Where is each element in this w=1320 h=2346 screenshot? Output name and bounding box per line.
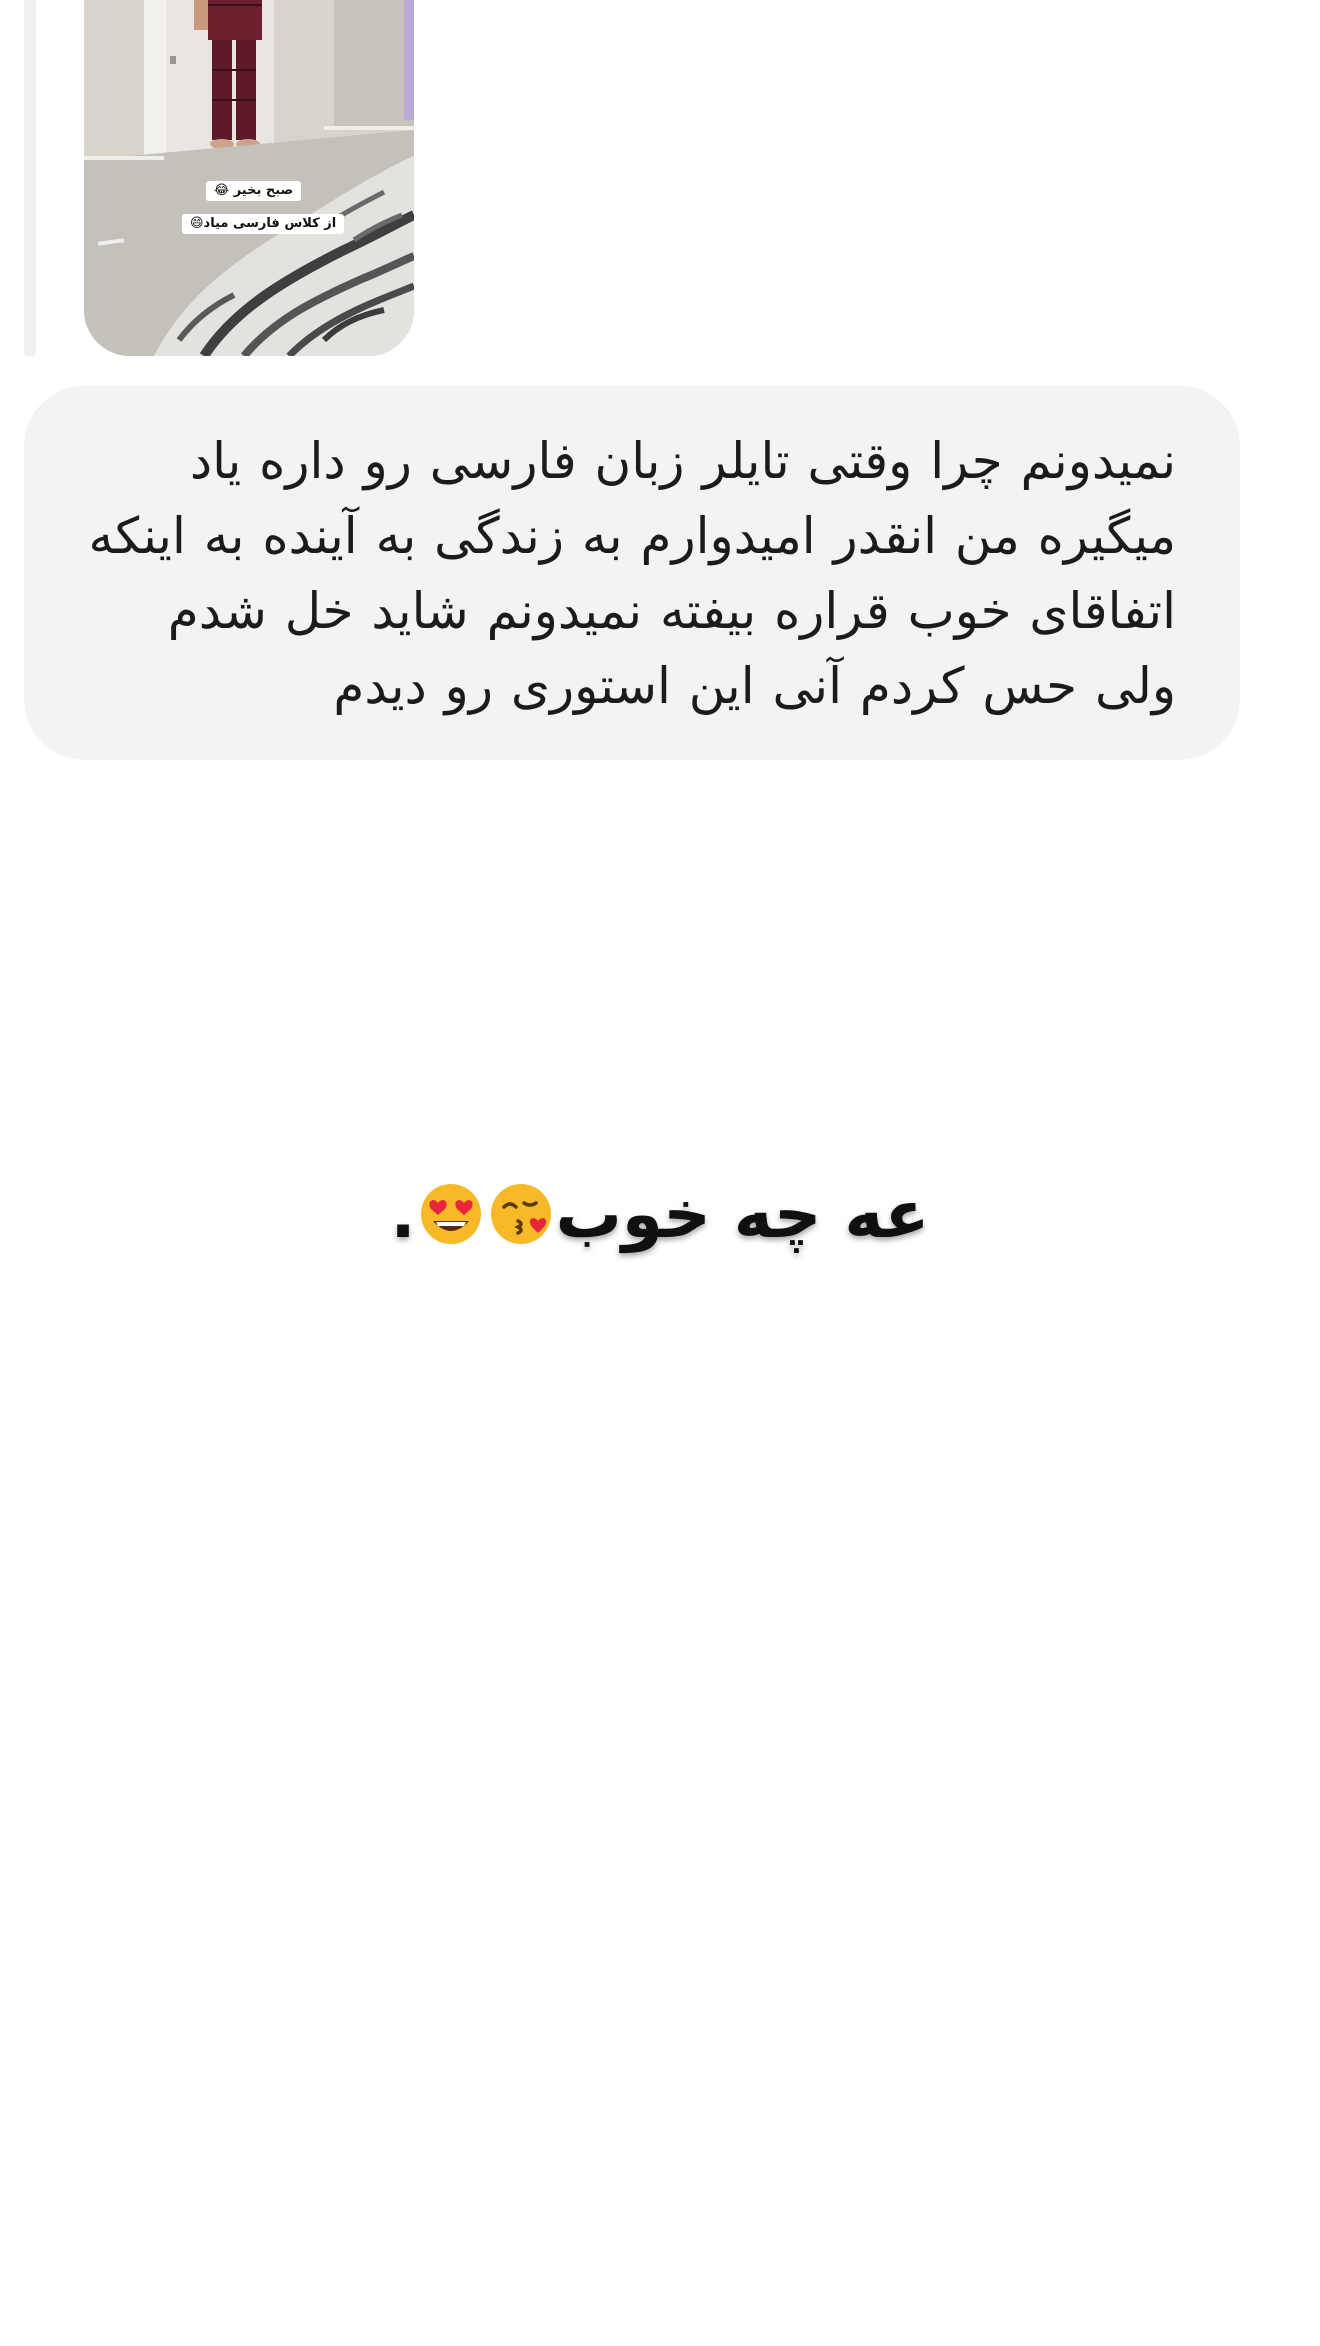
heart-eyes-emoji-icon <box>420 1184 481 1244</box>
chat-screen: صبح بخیر 😂 از کلاس فارسی میاد😄 نمیدونم چ… <box>0 0 1320 2346</box>
story-sticker-text: صبح بخیر 😂 <box>206 181 302 201</box>
overlay-caption: عه چه خوب . <box>0 1170 1320 1260</box>
kissing-heart-emoji-icon <box>490 1184 551 1244</box>
caption-period: . <box>390 1176 416 1253</box>
story-reply-indicator <box>24 0 36 356</box>
message-bubble[interactable]: نمیدونم چرا وقتی تایلر زبان فارسی رو دار… <box>24 386 1240 760</box>
story-sticker-text: از کلاس فارسی میاد😄 <box>182 214 345 234</box>
message-text: نمیدونم چرا وقتی تایلر زبان فارسی رو دار… <box>88 432 1176 715</box>
story-thumbnail[interactable]: صبح بخیر 😂 از کلاس فارسی میاد😄 <box>84 0 414 356</box>
caption-text: عه چه خوب <box>555 1176 930 1253</box>
